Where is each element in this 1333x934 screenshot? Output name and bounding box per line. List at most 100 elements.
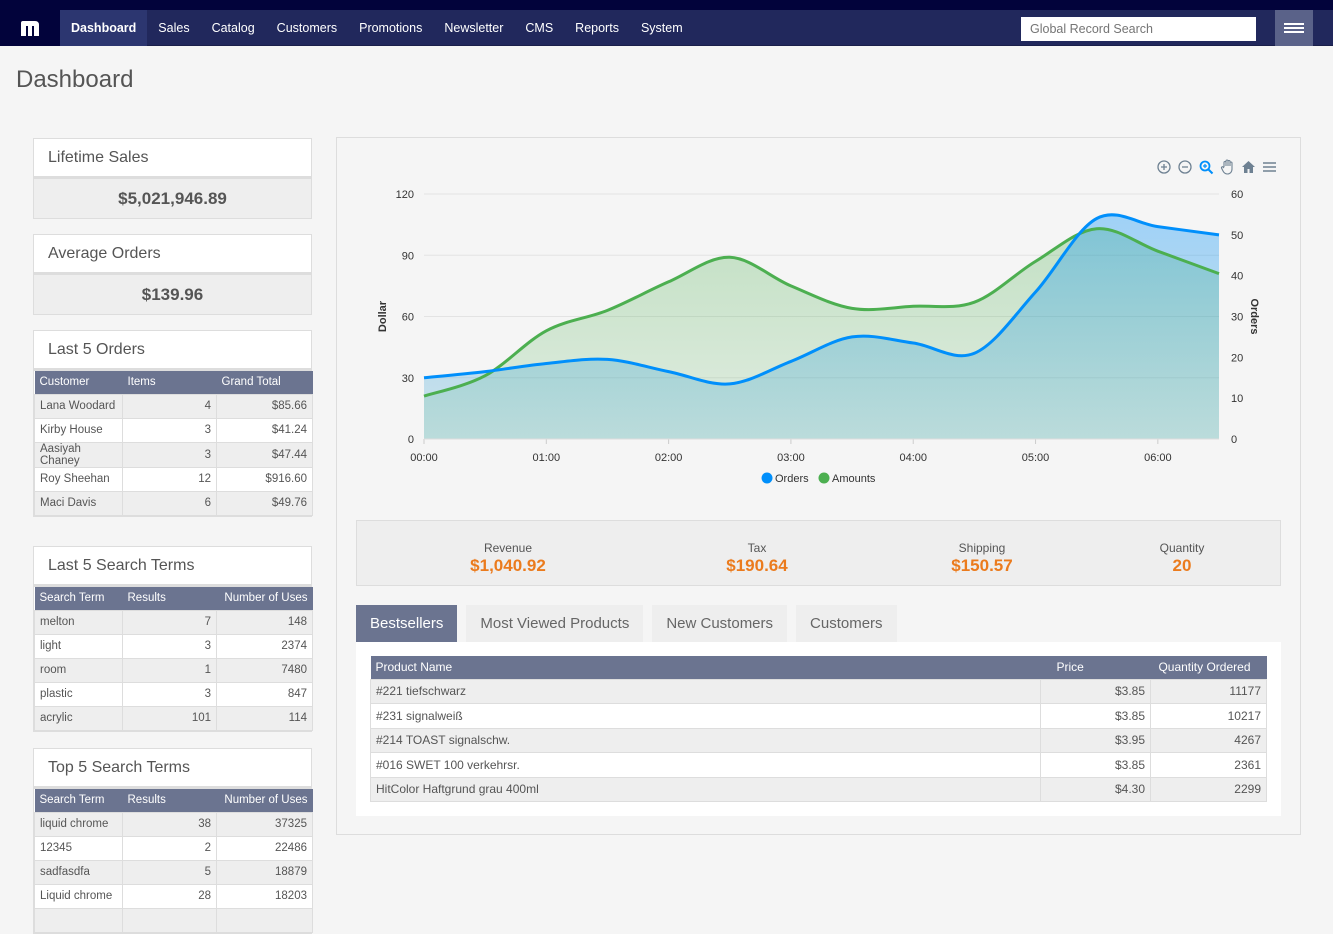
column-header-number-of-uses[interactable]: Number of Uses (216, 789, 313, 812)
top-search-terms-widget: Top 5 Search Terms Search Term Results N… (33, 748, 313, 934)
nav-item-sales[interactable]: Sales (147, 10, 200, 46)
customer-cell: Aasiyah Chaney (34, 441, 123, 468)
x-tick-label: 05:00 (1022, 452, 1050, 464)
search-term-cell: 12345 (34, 835, 123, 861)
column-header-price[interactable]: Price (1040, 656, 1151, 679)
selection-zoom-icon[interactable] (1197, 158, 1215, 176)
column-header-results[interactable]: Results (122, 789, 217, 812)
zoom-out-icon[interactable] (1176, 158, 1194, 176)
column-header-grand-total[interactable]: Grand Total (216, 371, 313, 394)
total-tax: Tax $190.64 (657, 521, 857, 576)
column-header-search-term[interactable]: Search Term (34, 789, 123, 812)
orders-legend-label[interactable]: Orders (775, 473, 809, 485)
nav-item-customers[interactable]: Customers (266, 10, 348, 46)
quantity-ordered-cell: 2361 (1150, 752, 1267, 778)
column-header-product-name[interactable]: Product Name (370, 656, 1041, 679)
table-row[interactable]: acrylic 101 114 (34, 705, 313, 731)
table-row[interactable]: #221 tiefschwarz $3.85 11177 (370, 678, 1267, 704)
search-term-cell: room (34, 657, 123, 683)
table-row[interactable]: plastic 3 847 (34, 681, 313, 707)
global-search-input[interactable] (1021, 17, 1256, 41)
product-name-cell: #016 SWET 100 verkehrsr. (370, 752, 1041, 778)
price-cell: $3.85 (1040, 678, 1151, 704)
column-header-number-of-uses[interactable]: Number of Uses (216, 587, 313, 610)
table-row[interactable]: HitColor Haftgrund grau 400ml $4.30 2299 (370, 776, 1267, 802)
uses-cell: 7480 (216, 657, 313, 683)
dashboard-tabs: Bestsellers Most Viewed Products New Custo… (356, 605, 897, 642)
nav-item-promotions[interactable]: Promotions (348, 10, 433, 46)
table-row[interactable]: Aasiyah Chaney 3 $47.44 (34, 441, 313, 468)
items-cell: 4 (122, 393, 217, 419)
y-axis-title: Dollar (377, 300, 389, 332)
tab-customers[interactable]: Customers (796, 605, 897, 642)
grand-total-cell: $49.76 (216, 490, 313, 516)
amounts-legend-marker[interactable] (818, 472, 830, 484)
price-cell: $4.30 (1040, 776, 1151, 802)
table-row[interactable]: 12345 2 22486 (34, 835, 313, 861)
y-right-tick-label: 20 (1231, 352, 1243, 364)
column-header-results[interactable]: Results (122, 587, 217, 610)
quantity-ordered-cell: 2299 (1150, 776, 1267, 802)
column-header-customer[interactable]: Customer (34, 371, 123, 394)
product-name-cell: #221 tiefschwarz (370, 678, 1041, 704)
lifetime-sales-title: Lifetime Sales (33, 138, 312, 177)
total-label: Quantity (1159, 541, 1205, 555)
average-orders-value: $139.96 (33, 273, 312, 315)
amounts-legend-label[interactable]: Amounts (832, 473, 876, 485)
price-cell: $3.85 (1040, 703, 1151, 729)
column-header-items[interactable]: Items (122, 371, 217, 394)
table-row[interactable]: light 3 2374 (34, 633, 313, 659)
reset-home-icon[interactable] (1239, 158, 1257, 176)
magento-logo-icon[interactable] (0, 10, 60, 46)
uses-cell: 148 (216, 609, 313, 635)
x-tick-label: 00:00 (410, 452, 438, 464)
y-tick-label: 60 (402, 312, 414, 324)
nav-item-cms[interactable]: CMS (514, 10, 564, 46)
nav-item-dashboard[interactable]: Dashboard (60, 10, 148, 46)
table-row[interactable]: Kirby House 3 $41.24 (34, 417, 313, 443)
total-quantity: Quantity 20 (1082, 521, 1282, 576)
menu-icon[interactable] (1260, 158, 1278, 176)
table-row[interactable]: Lana Woodard 4 $85.66 (34, 393, 313, 419)
grand-total-cell: $47.44 (216, 441, 313, 468)
total-label: Revenue (483, 541, 533, 555)
hamburger-menu-button[interactable] (1275, 10, 1313, 46)
search-term-cell: melton (34, 609, 123, 635)
tab-most-viewed-products[interactable]: Most Viewed Products (466, 605, 644, 642)
top-navbar: Dashboard Sales Catalog Customers Promotions… (0, 10, 1333, 46)
uses-cell: 22486 (216, 835, 313, 861)
tab-new-customers[interactable]: New Customers (652, 605, 788, 642)
nav-item-system[interactable]: System (630, 10, 694, 46)
table-row[interactable]: room 1 7480 (34, 657, 313, 683)
total-value: $1,040.92 (470, 556, 546, 575)
table-row[interactable]: #231 signalweiß $3.85 10217 (370, 703, 1267, 729)
nav-item-catalog[interactable]: Catalog (201, 10, 266, 46)
total-value: $150.57 (951, 556, 1013, 575)
x-tick-label: 06:00 (1144, 452, 1172, 464)
table-row[interactable]: #214 TOAST signalschw. $3.95 4267 (370, 727, 1267, 753)
table-row[interactable] (34, 907, 313, 933)
table-row[interactable]: liquid chrome 38 37325 (34, 811, 313, 837)
table-row[interactable]: Roy Sheehan 12 $916.60 (34, 466, 313, 492)
table-row[interactable]: sadfasdfa 5 18879 (34, 859, 313, 885)
nav-item-reports[interactable]: Reports (564, 10, 630, 46)
column-header-quantity-ordered[interactable]: Quantity Ordered (1150, 656, 1267, 679)
last-orders-title: Last 5 Orders (33, 330, 312, 369)
column-header-search-term[interactable]: Search Term (34, 587, 123, 610)
grand-total-cell: $916.60 (216, 466, 313, 492)
price-cell: $3.85 (1040, 752, 1151, 778)
orders-legend-marker[interactable] (761, 472, 773, 484)
zoom-in-icon[interactable] (1155, 158, 1173, 176)
x-tick-label: 01:00 (533, 452, 561, 464)
top-search-terms-table: Search Term Results Number of Uses liqui… (34, 789, 313, 933)
table-row[interactable]: melton 7 148 (34, 609, 313, 635)
table-row[interactable]: Liquid chrome 28 18203 (34, 883, 313, 909)
results-cell: 3 (122, 681, 217, 707)
table-row[interactable]: Maci Davis 6 $49.76 (34, 490, 313, 516)
totals-bar: Revenue $1,040.92 Tax $190.64 Shipping $150.5… (356, 520, 1281, 586)
table-row[interactable]: #016 SWET 100 verkehrsr. $3.85 2361 (370, 752, 1267, 778)
nav-item-newsletter[interactable]: Newsletter (433, 10, 514, 46)
bestsellers-tab-panel: Product Name Price Quantity Ordered #221… (356, 642, 1281, 816)
pan-hand-icon[interactable] (1218, 158, 1236, 176)
tab-bestsellers[interactable]: Bestsellers (356, 605, 458, 642)
